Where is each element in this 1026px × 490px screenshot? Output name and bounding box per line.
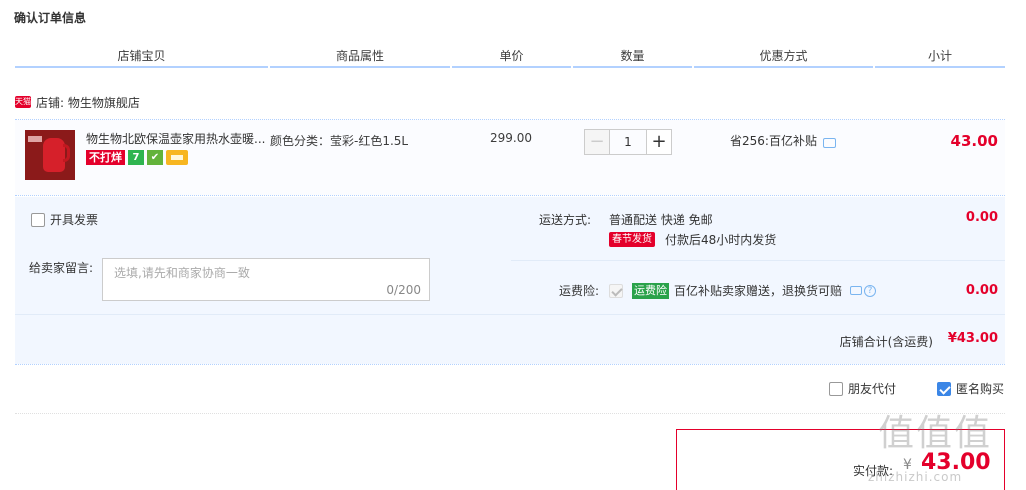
invoice-checkbox[interactable] <box>31 212 45 227</box>
memo-label: 给卖家留言: <box>29 261 94 275</box>
page-title: 确认订单信息 <box>14 11 87 25</box>
header-gap <box>268 66 270 68</box>
order-options-panel: 开具发票 给卖家留言: 选填,请先和商家协商一致 0/200 运送方式: 普通配… <box>15 197 1005 364</box>
shop-total-row: 店铺合计(含运费) ¥43.00 <box>15 314 1005 364</box>
memo-placeholder: 选填,请先和商家协商一致 <box>114 266 250 280</box>
seller-message-input[interactable]: 选填,请先和商家协商一致 0/200 <box>102 258 430 301</box>
discount-text: 省256:百亿补贴 <box>730 134 817 148</box>
increase-quantity-button[interactable]: + <box>646 129 672 155</box>
watermark-logo: 值值值 <box>878 413 993 454</box>
no-discount-tag: 不打烊 <box>86 150 125 165</box>
kettle-shape <box>43 138 65 172</box>
kettle-handle <box>63 144 70 162</box>
chat-icon[interactable] <box>822 137 836 148</box>
shop-name[interactable]: 店铺: 物生物旗舰店 <box>36 94 140 111</box>
insurance-fee: 0.00 <box>965 283 998 298</box>
product-tags: 不打烊 7 ✔ <box>86 150 188 165</box>
discount-method: 省256:百亿补贴 <box>730 132 836 149</box>
product-name[interactable]: 物生物北欧保温壶家用热水壶暖... <box>86 130 266 147</box>
anonymous-option[interactable]: 匿名购买 <box>937 380 1004 397</box>
shipping-detail: 普通配送 快递 免邮 <box>609 213 713 227</box>
header-gap <box>873 66 875 68</box>
friend-pay-checkbox[interactable] <box>829 381 843 396</box>
credit-card-icon[interactable] <box>166 150 188 165</box>
header-gap <box>692 66 694 68</box>
insurance-tag: 运费险 <box>632 282 669 299</box>
divider <box>15 413 1005 414</box>
tmall-icon: 天猫 <box>15 96 31 108</box>
watermark-url: zhizhizhi.com <box>868 470 963 484</box>
header-divider <box>15 66 1005 68</box>
friend-pay-option[interactable]: 朋友代付 <box>829 380 896 397</box>
help-icon[interactable]: ? <box>864 284 877 297</box>
item-subtotal: 43.00 <box>950 132 998 150</box>
thumbnail-label <box>28 136 42 142</box>
seven-day-return-icon[interactable]: 7 <box>128 150 144 165</box>
unit-price: 299.00 <box>490 131 532 145</box>
header-price: 单价 <box>499 49 524 63</box>
shipping-label: 运送方式: <box>538 213 591 227</box>
shipping-note: 春节发货 付款后48小时内发货 <box>609 231 776 248</box>
friend-pay-label: 朋友代付 <box>848 382 897 396</box>
decrease-quantity-button[interactable]: − <box>584 129 610 155</box>
header-quantity: 数量 <box>620 49 645 63</box>
divider <box>15 195 1005 196</box>
spring-festival-tag: 春节发货 <box>609 232 655 247</box>
shop-row: 天猫 店铺: 物生物旗舰店 <box>15 93 140 111</box>
shipping-block: 运送方式: 普通配送 快递 免邮 春节发货 付款后48小时内发货 0.00 <box>511 197 1005 261</box>
memo-char-counter: 0/200 <box>386 283 421 297</box>
anonymous-label: 匿名购买 <box>956 382 1005 396</box>
header-discount: 优惠方式 <box>759 49 808 63</box>
header-gap <box>450 66 452 68</box>
insurance-text: 百亿补贴卖家赠送，退换货可赔 <box>674 284 843 298</box>
shipping-fee: 0.00 <box>965 210 998 225</box>
guarantee-icon[interactable]: ✔ <box>147 150 163 165</box>
shop-total-label: 店铺合计(含运费) <box>839 335 933 349</box>
insurance-row: 运费险 百亿补贴卖家赠送，退换货可赔 ? <box>609 282 877 299</box>
invoice-option[interactable]: 开具发票 <box>31 211 98 228</box>
header-attribute: 商品属性 <box>335 49 384 63</box>
buyer-options: 开具发票 给卖家留言: 选填,请先和商家协商一致 0/200 <box>15 197 509 313</box>
header-gap <box>571 66 573 68</box>
anonymous-checkbox[interactable] <box>937 381 951 396</box>
insurance-label: 运费险: <box>558 284 599 298</box>
insurance-checkbox <box>609 283 623 298</box>
quantity-stepper: − 1 + <box>584 129 672 155</box>
product-attribute: 颜色分类：莹彩-红色1.5L <box>270 134 409 148</box>
invoice-label: 开具发票 <box>50 213 99 227</box>
product-thumbnail[interactable] <box>25 130 75 180</box>
header-item: 店铺宝贝 <box>117 49 166 63</box>
order-item-row: 物生物北欧保温壶家用热水壶暖... 不打烊 7 ✔ 颜色分类：莹彩-红色1.5L… <box>15 120 1005 195</box>
quantity-input[interactable]: 1 <box>610 129 646 155</box>
header-subtotal: 小计 <box>927 49 952 63</box>
chat-icon[interactable] <box>850 286 863 295</box>
delivery-options: 运送方式: 普通配送 快递 免邮 春节发货 付款后48小时内发货 0.00 运费… <box>511 197 1005 313</box>
shop-total-value: ¥43.00 <box>947 331 998 346</box>
divider <box>15 364 1005 365</box>
shipping-note-text: 付款后48小时内发货 <box>665 233 777 247</box>
